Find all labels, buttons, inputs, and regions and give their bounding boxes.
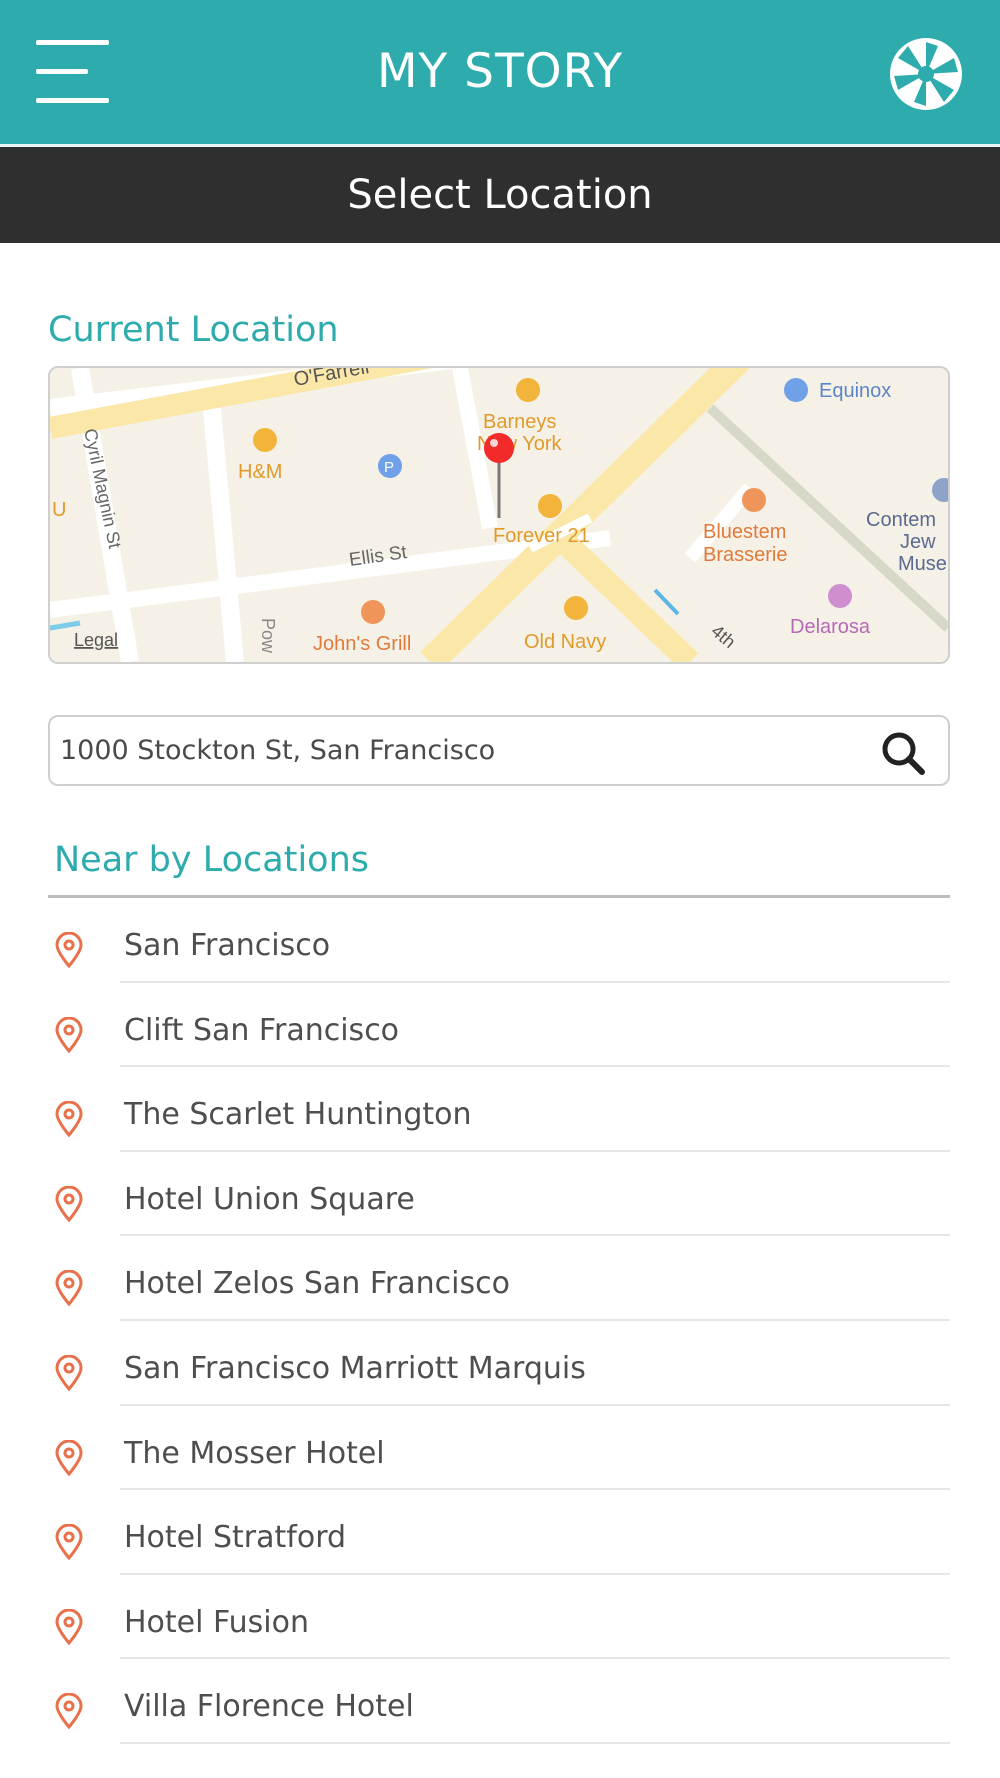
location-pin-icon — [484, 433, 514, 463]
map-label-hm: H&M — [238, 461, 282, 483]
nearby-location-label: The Scarlet Huntington — [124, 1097, 472, 1133]
nearby-location-item[interactable]: Hotel Zelos San Francisco — [0, 1236, 1000, 1321]
location-marker-icon — [55, 1185, 83, 1222]
map-label-contem3: Muse — [898, 553, 947, 575]
camera-shutter-icon[interactable] — [888, 36, 964, 112]
location-marker-icon — [55, 932, 83, 968]
nearby-location-item[interactable]: Villa Florence Hotel — [0, 1659, 1000, 1744]
location-marker-icon — [55, 1439, 83, 1476]
location-search-input[interactable] — [60, 717, 860, 784]
bar-poi-icon — [828, 584, 852, 608]
search-icon[interactable] — [880, 730, 926, 776]
nearby-locations-heading: Near by Locations — [54, 840, 369, 880]
list-divider — [120, 1741, 950, 1744]
nearby-location-item[interactable]: Clift San Francisco — [0, 983, 1000, 1068]
map-label-johns: John's Grill — [313, 633, 411, 655]
nearby-location-list: San Francisco Clift San Francisco The Sc… — [0, 898, 1000, 1744]
page-title: Select Location — [347, 172, 653, 218]
gym-poi-icon — [784, 378, 808, 402]
map-label-contem2: Jew — [900, 531, 936, 553]
location-marker-icon — [55, 1270, 83, 1307]
location-marker-icon — [55, 1608, 83, 1645]
map-label-barneys1: Barneys — [483, 411, 556, 433]
nearby-location-item[interactable]: San Francisco Marriott Marquis — [0, 1321, 1000, 1406]
location-marker-icon — [55, 1524, 83, 1561]
location-marker-icon — [55, 1101, 83, 1138]
location-search-box[interactable] — [48, 715, 950, 786]
app-header: MY STORY — [0, 0, 1000, 144]
location-marker-icon — [55, 1693, 83, 1730]
app-title: MY STORY — [376, 44, 624, 99]
subheader: Select Location — [0, 147, 1000, 243]
map-label-delarosa: Delarosa — [790, 616, 871, 638]
map-label-contem1: Contem — [866, 509, 936, 531]
shopping-poi-icon — [253, 428, 277, 452]
map-label-oldnavy: Old Navy — [524, 631, 606, 653]
nearby-location-item[interactable]: Hotel Fusion — [0, 1575, 1000, 1660]
restaurant-poi-icon — [742, 488, 766, 512]
shopping-poi-icon — [516, 378, 540, 402]
nearby-location-item[interactable]: The Scarlet Huntington — [0, 1067, 1000, 1152]
map-label-equinox: Equinox — [819, 380, 891, 402]
nearby-location-label: San Francisco Marriott Marquis — [124, 1350, 586, 1386]
nearby-location-item[interactable]: Hotel Union Square — [0, 1152, 1000, 1237]
map-label-powell: Pow — [258, 618, 278, 654]
nearby-location-label: Hotel Stratford — [124, 1520, 347, 1556]
nearby-location-label: San Francisco — [124, 928, 331, 963]
shopping-poi-icon — [564, 596, 588, 620]
nearby-location-label: Hotel Zelos San Francisco — [124, 1266, 510, 1302]
nearby-location-item[interactable]: San Francisco — [0, 898, 1000, 983]
restaurant-poi-icon — [361, 600, 385, 624]
nearby-location-item[interactable]: Hotel Stratford — [0, 1490, 1000, 1575]
location-marker-icon — [55, 1016, 83, 1053]
map-label-bluestem1: Bluestem — [703, 521, 786, 543]
location-marker-icon — [55, 1354, 83, 1391]
nearby-location-label: Villa Florence Hotel — [124, 1689, 414, 1725]
map-label-forever21: Forever 21 — [493, 525, 590, 547]
map-label-u: U — [52, 499, 66, 521]
nearby-location-label: The Mosser Hotel — [124, 1435, 385, 1471]
shopping-poi-icon — [538, 494, 562, 518]
map-label-bluestem2: Brasserie — [703, 544, 787, 566]
map-label-legal: Legal — [74, 630, 118, 650]
nearby-location-label: Clift San Francisco — [124, 1012, 400, 1048]
current-location-heading: Current Location — [48, 310, 339, 350]
nearby-location-item[interactable]: The Mosser Hotel — [0, 1406, 1000, 1491]
nearby-location-label: Hotel Fusion — [124, 1604, 309, 1640]
nearby-location-label: Hotel Union Square — [124, 1181, 415, 1217]
location-map[interactable]: O'Farrell Cyril Magnin St Ellis St Pow U… — [48, 366, 950, 664]
svg-text:P: P — [384, 459, 394, 476]
